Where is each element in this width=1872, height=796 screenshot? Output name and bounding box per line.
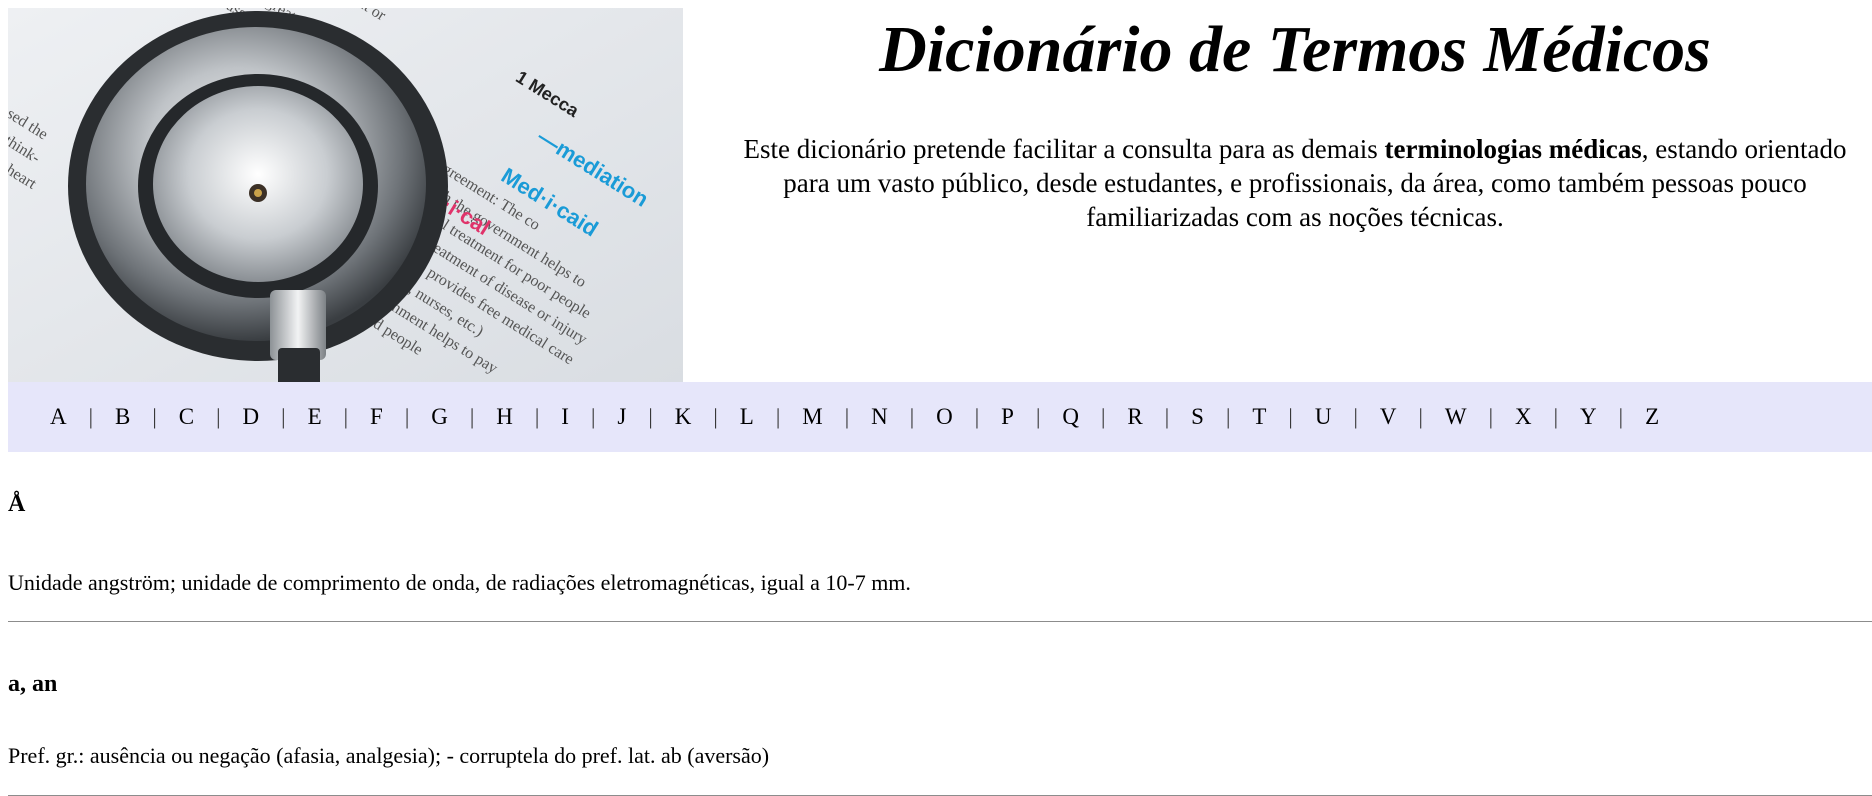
letter-separator: | — [1164, 404, 1170, 429]
intro-text-start: Este dicionário pretende facilitar a con… — [743, 134, 1385, 164]
letter-link-x[interactable]: X — [1501, 404, 1546, 430]
letter-separator: | — [216, 404, 221, 429]
letter-separator: | — [1100, 404, 1106, 429]
letter-link-e[interactable]: E — [294, 404, 336, 430]
letter-separator: | — [1035, 404, 1041, 429]
dictionary-entry: a, an — [8, 669, 1872, 699]
letter-link-h[interactable]: H — [482, 404, 527, 430]
letter-separator: | — [909, 404, 915, 429]
dictionary-entry: Å — [8, 489, 1872, 519]
letter-separator: | — [775, 404, 781, 429]
entry-definition: Pref. gr.: ausência ou negação (afasia, … — [8, 743, 770, 768]
letter-link-d[interactable]: D — [229, 404, 274, 430]
letter-link-v[interactable]: V — [1366, 404, 1411, 430]
letter-link-n[interactable]: N — [857, 404, 902, 430]
letter-separator: | — [1418, 404, 1423, 429]
letter-separator: | — [469, 404, 475, 429]
letter-separator: | — [88, 404, 94, 429]
letter-link-j[interactable]: J — [603, 404, 640, 430]
letter-link-b[interactable]: B — [101, 404, 144, 430]
stethoscope-dictionary-image: is to people holistically is from new id… — [8, 8, 683, 382]
letter-separator: | — [152, 404, 157, 429]
letter-separator: | — [404, 404, 410, 429]
alphabet-navigation: A | B | C | D | E | F | G | H | I | J | K | L | M | N | O | P | Q | R | S | T |… — [8, 382, 1872, 452]
letter-link-q[interactable]: Q — [1048, 404, 1093, 430]
entry-definition: Unidade angström; unidade de comprimento… — [8, 570, 911, 595]
letter-link-c[interactable]: C — [165, 404, 208, 430]
letter-link-w[interactable]: W — [1431, 404, 1481, 430]
letter-link-l[interactable]: L — [726, 404, 768, 430]
letter-link-k[interactable]: K — [661, 404, 706, 430]
letter-separator: | — [1353, 404, 1358, 429]
letter-separator: | — [534, 404, 540, 429]
letter-link-u[interactable]: U — [1301, 404, 1346, 430]
entry-divider — [8, 621, 1872, 622]
letter-separator: | — [343, 404, 349, 429]
letter-link-g[interactable]: G — [417, 404, 462, 430]
entry-term: a, an — [8, 671, 58, 697]
letter-separator: | — [844, 404, 850, 429]
letter-separator: | — [281, 404, 286, 429]
letter-link-f[interactable]: F — [356, 404, 397, 430]
entry-term: Å — [8, 491, 26, 517]
intro-paragraph: Este dicionário pretende facilitar a con… — [730, 132, 1860, 234]
letter-link-a[interactable]: A — [36, 404, 81, 430]
intro-text-bold: terminologias médicas — [1384, 134, 1642, 164]
letter-link-o[interactable]: O — [922, 404, 967, 430]
letter-link-t[interactable]: T — [1238, 404, 1280, 430]
letter-separator: | — [1488, 404, 1493, 429]
letter-link-i[interactable]: I — [547, 404, 583, 430]
letter-separator: | — [590, 404, 596, 429]
letter-link-p[interactable]: P — [987, 404, 1028, 430]
letter-link-s[interactable]: S — [1177, 404, 1218, 430]
letter-separator: | — [713, 404, 718, 429]
letter-separator: | — [1618, 404, 1624, 429]
letter-separator: | — [1288, 404, 1293, 429]
page-title: Dicionário de Termos Médicos — [879, 13, 1711, 86]
letter-separator: | — [1225, 404, 1231, 429]
letter-link-m[interactable]: M — [788, 404, 836, 430]
letter-link-y[interactable]: Y — [1566, 404, 1611, 430]
letter-link-r[interactable]: R — [1113, 404, 1156, 430]
letter-separator: | — [974, 404, 980, 429]
letter-separator: | — [648, 404, 653, 429]
letter-link-z[interactable]: Z — [1631, 404, 1673, 430]
letter-separator: | — [1553, 404, 1559, 429]
dictionary-entry-definition: Unidade angström; unidade de comprimento… — [8, 569, 1872, 597]
dictionary-entry-definition: Pref. gr.: ausência ou negação (afasia, … — [8, 742, 1872, 770]
page: is to people holistically is from new id… — [0, 0, 1872, 796]
